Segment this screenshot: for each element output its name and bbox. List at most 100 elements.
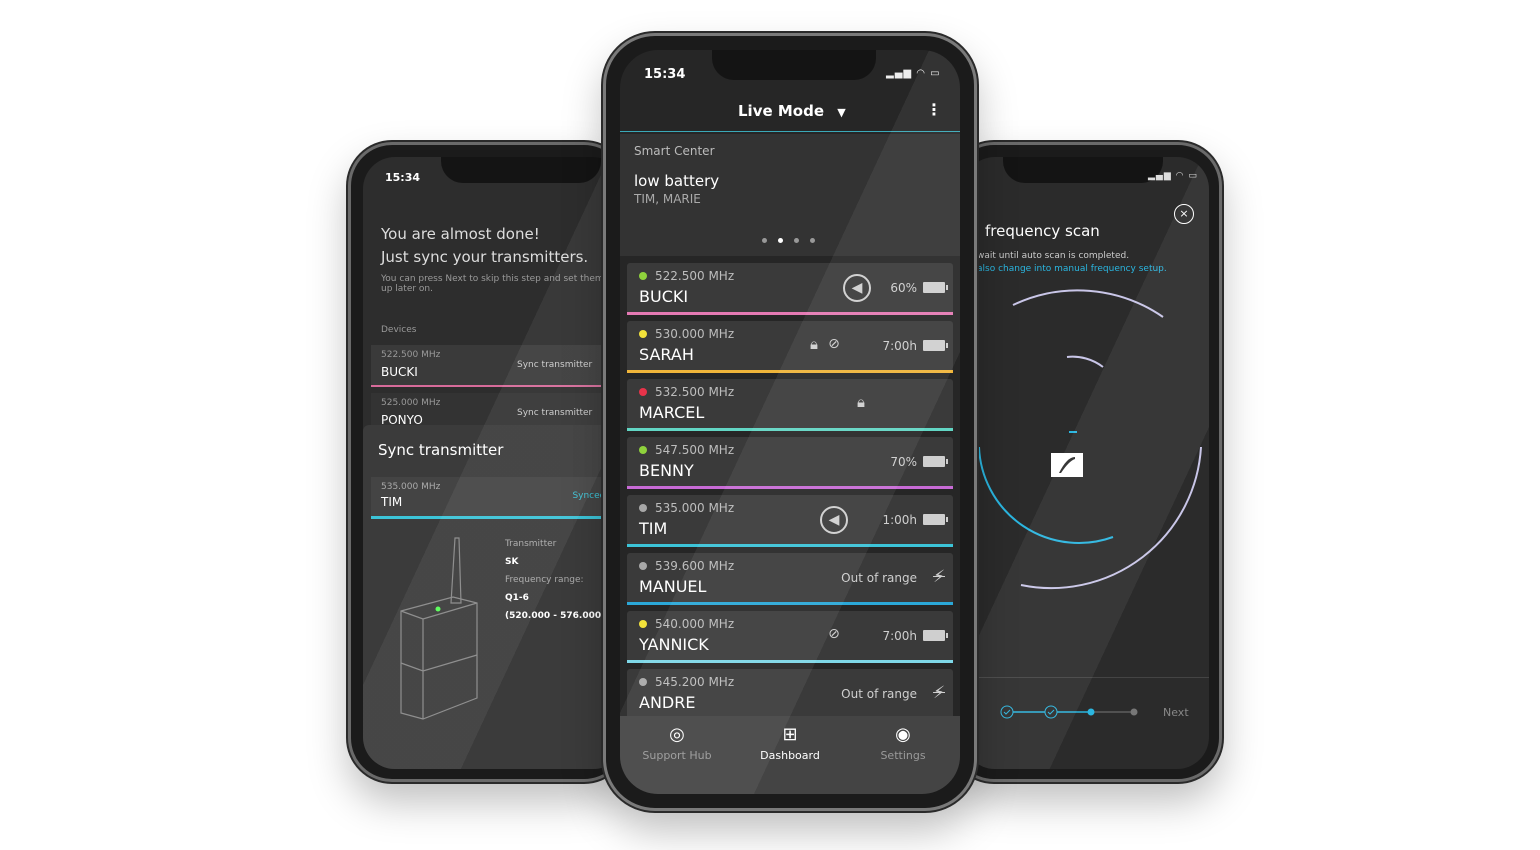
channel-name: BENNY (639, 461, 694, 480)
out-of-range-label: Out of range (841, 571, 917, 585)
status-time: 15:34 (385, 171, 421, 184)
channel-name: BUCKI (639, 287, 689, 306)
frequency-text: 535.000 MHz (655, 501, 735, 515)
nav-label: Dashboard (760, 749, 820, 762)
frequency-text: 545.200 MHz (655, 675, 735, 689)
device-name: TIM (381, 495, 403, 509)
notch (441, 157, 601, 183)
frequency-text: 547.500 MHz (655, 443, 735, 457)
channel-frequency: 539.600 MHz (639, 559, 734, 573)
user-circle-icon: ◉ (895, 724, 911, 745)
battery-icon (923, 630, 948, 641)
page-dot[interactable] (778, 238, 783, 243)
channel-name: SARAH (639, 345, 694, 364)
page-dot[interactable] (762, 238, 767, 243)
channel-row[interactable]: 535.000 MHz TIM 1:00h ◀ (627, 495, 953, 547)
channel-color-bar (627, 312, 953, 315)
mode-selector[interactable]: Live Mode ▼ (738, 102, 846, 120)
channel-frequency: 535.000 MHz (639, 501, 734, 515)
signal-off-icon: ⚡ (933, 567, 945, 587)
scan-progress-rings (978, 289, 1202, 590)
nav-support-hub[interactable]: ◎ Support Hub (622, 724, 732, 762)
nav-settings[interactable]: ◉ Settings (848, 724, 958, 762)
channel-row[interactable]: 522.500 MHz BUCKI 60% ◀ (627, 263, 953, 315)
close-icon[interactable]: × (1174, 204, 1194, 224)
channel-color-bar (627, 370, 953, 373)
speaker-circle-icon[interactable]: ◀ (843, 274, 871, 302)
channel-row[interactable]: 539.600 MHz MANUEL Out of range ⚡ (627, 553, 953, 605)
channel-frequency: 522.500 MHz (639, 269, 734, 283)
battery-icon (923, 282, 948, 293)
frequency-text: 522.500 MHz (655, 269, 735, 283)
status-dot (639, 620, 647, 628)
scan-title: frequency scan (985, 222, 1100, 240)
status-dot (639, 504, 647, 512)
alert-title: low battery (634, 172, 720, 190)
sync-transmitter-button[interactable]: Sync transmitter (517, 360, 592, 370)
transmitter-illustration (400, 537, 478, 720)
sheet-title: Sync transmitter (378, 441, 504, 459)
status-time: 15:34 (644, 67, 686, 82)
hint-text: You can press Next to skip this step and… (381, 274, 604, 294)
compass-icon: ◎ (669, 724, 685, 745)
page-dot[interactable] (794, 238, 799, 243)
speaker-circle-icon[interactable]: ◀ (820, 506, 848, 534)
signal-off-icon: ⚡ (933, 683, 945, 703)
synced-device-row: 535.000 MHz TIM Synced! (371, 477, 617, 519)
center-phone: 15:34 ▂▄▆ ◠ ▭ Live Mode ▼ ⋮ Smart Center… (603, 33, 977, 811)
status-icons: ▂▄▆ ◠ ▭ (1148, 171, 1198, 181)
frequency-scan-screen: ▂▄▆ ◠ ▭ × frequency scan wait until auto… (963, 157, 1209, 769)
sync-sheet: Sync transmitter 535.000 MHz TIM Synced!… (363, 425, 625, 769)
status-value: 70% (890, 455, 917, 469)
page-indicator[interactable] (762, 238, 815, 243)
channel-name: MARCEL (639, 403, 705, 422)
muted-speaker-icon[interactable]: ⊘ (820, 332, 848, 360)
channel-row[interactable]: 545.200 MHz ANDRE Out of range ⚡ (627, 669, 953, 721)
grid-icon: ⊞ (782, 724, 798, 745)
channel-color-bar (627, 660, 953, 663)
device-name: BUCKI (381, 365, 418, 379)
status-icons: ▂▄▆ ◠ ▭ (886, 68, 941, 79)
page-dot[interactable] (810, 238, 815, 243)
nav-dashboard[interactable]: ⊞ Dashboard (735, 724, 845, 762)
mode-title: Live Mode (738, 102, 825, 120)
smart-center-card[interactable]: Smart Center low battery TIM, MARIE (620, 134, 960, 256)
muted-speaker-icon[interactable]: ⊘ (820, 622, 848, 650)
channel-color-bar (627, 428, 953, 431)
channel-name: YANNICK (639, 635, 709, 654)
header: Live Mode ▼ ⋮ (620, 100, 960, 132)
sync-transmitter-button[interactable]: Sync transmitter (517, 408, 592, 418)
status-dot (639, 562, 647, 570)
status-value: 1:00h (882, 513, 917, 527)
channel-frequency: 547.500 MHz (639, 443, 734, 457)
notch (712, 50, 876, 80)
status-value: 7:00h (882, 339, 917, 353)
frequency-text: 532.500 MHz (655, 385, 735, 399)
channel-name: MANUEL (639, 577, 707, 596)
channel-row[interactable]: 547.500 MHz BENNY 70% (627, 437, 953, 489)
device-row[interactable]: 522.500 MHz BUCKI Sync transmitter (371, 345, 625, 387)
manual-setup-link[interactable]: also change into manual frequency setup. (977, 264, 1167, 274)
alert-detail: TIM, MARIE (634, 192, 701, 206)
lock-icon: 🔒︎ (857, 393, 865, 411)
left-phone: 15:34 You are almost done! Just sync you… (348, 142, 628, 782)
device-freq: 522.500 MHz (381, 350, 441, 360)
channel-row[interactable]: 532.500 MHz MARCEL 🔒︎ (627, 379, 953, 431)
channel-frequency: 532.500 MHz (639, 385, 734, 399)
bottom-nav: ◎ Support Hub ⊞ Dashboard ◉ Settings (620, 716, 960, 794)
status-dot (639, 272, 647, 280)
channel-color-bar (627, 486, 953, 489)
devices-label: Devices (381, 325, 417, 335)
more-menu-icon[interactable]: ⋮ (926, 100, 942, 119)
channel-color-bar (627, 602, 953, 605)
next-button[interactable]: Next (1163, 706, 1189, 719)
notch (1003, 157, 1163, 183)
channel-row[interactable]: 540.000 MHz YANNICK 7:00h ⊘ (627, 611, 953, 663)
channel-row[interactable]: 530.000 MHz SARAH 7:00h ⊘ 🔒︎ (627, 321, 953, 373)
channel-name: ANDRE (639, 693, 696, 712)
channel-color-bar (627, 544, 953, 547)
smart-center-label: Smart Center (634, 144, 715, 158)
device-freq: 535.000 MHz (381, 482, 441, 492)
status-value: 60% (890, 281, 917, 295)
nav-label: Settings (880, 749, 926, 762)
